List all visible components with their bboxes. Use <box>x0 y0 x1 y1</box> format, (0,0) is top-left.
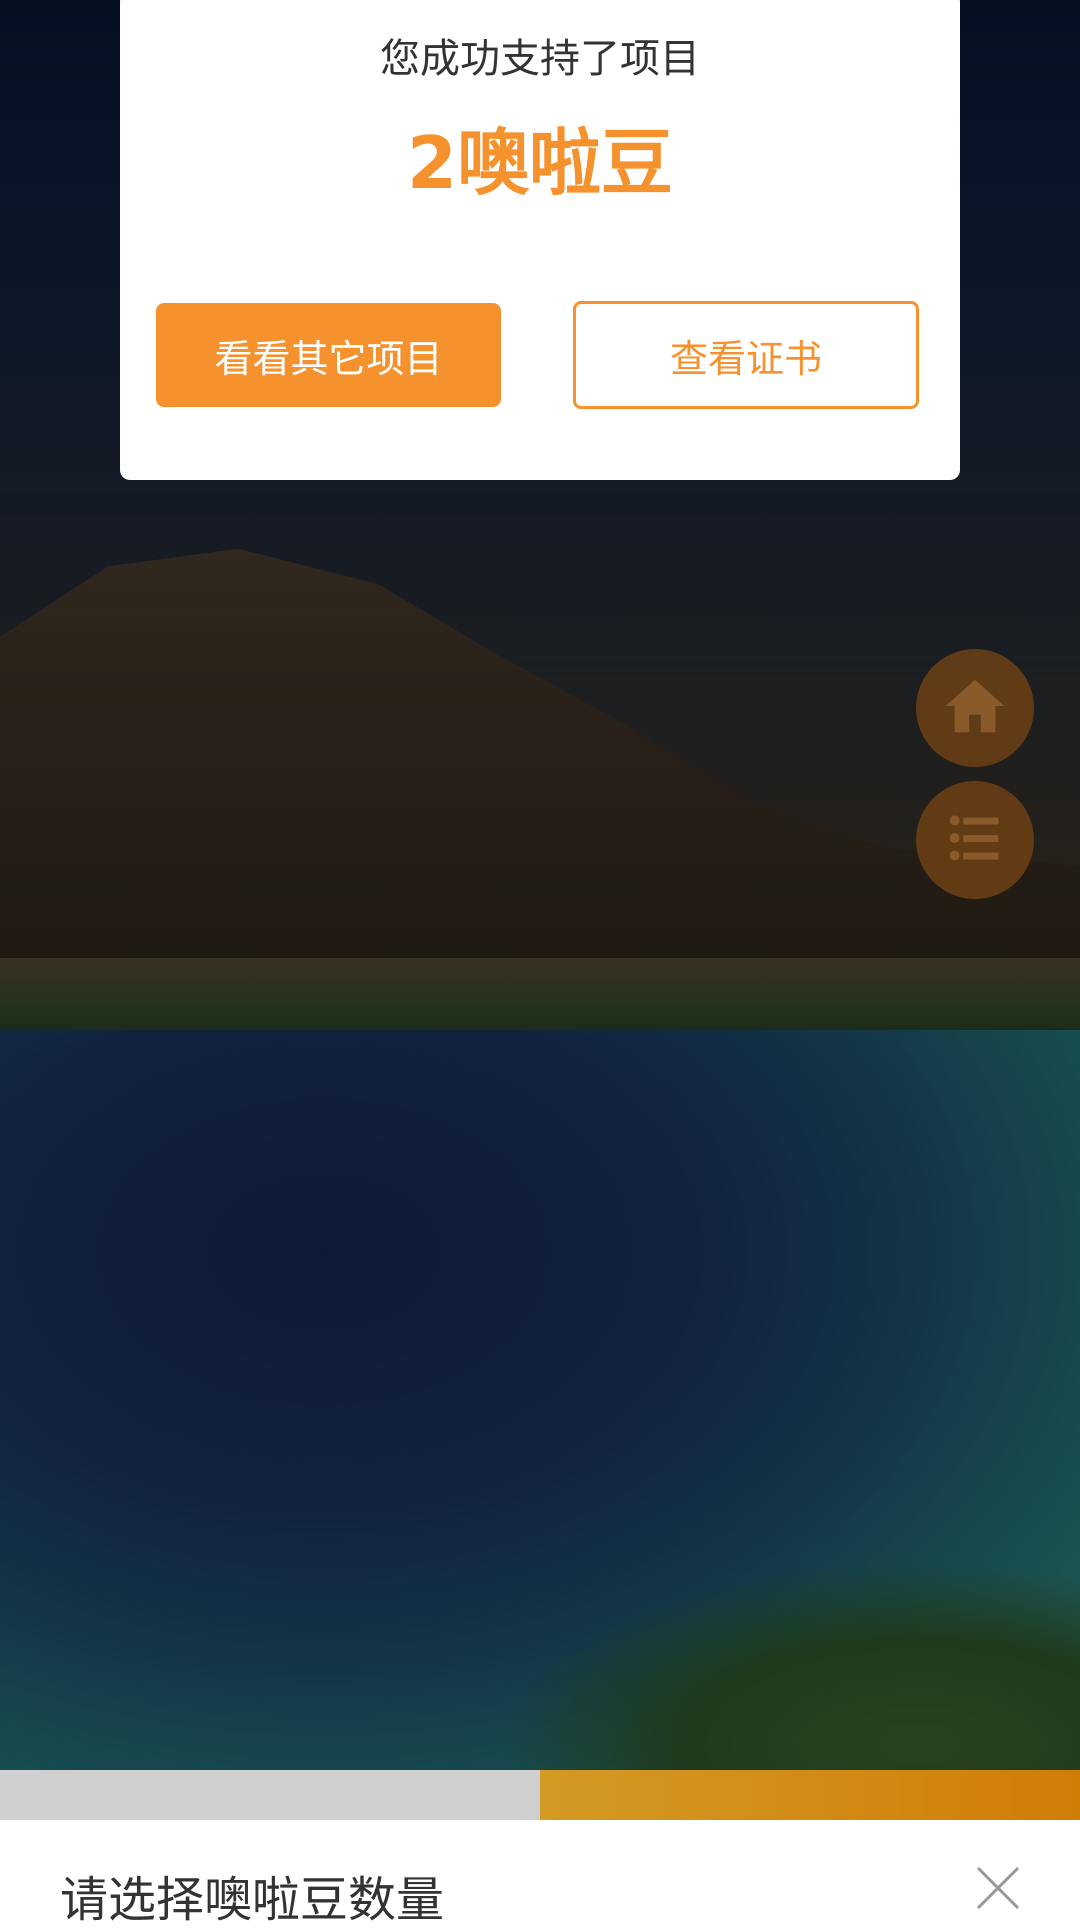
quantity-sheet: 请选择噢啦豆数量 <box>0 1820 1080 1928</box>
bottom-left-area[interactable] <box>0 1770 540 1820</box>
bottom-action-bar <box>0 1770 1080 1820</box>
success-title: 您成功支持了项目 <box>380 36 700 82</box>
home-icon <box>940 671 1010 745</box>
list-button[interactable] <box>916 781 1034 899</box>
success-card: 您成功支持了项目 2噢啦豆 看看其它项目 查看证书 <box>120 0 960 480</box>
bottom-right-area[interactable] <box>540 1770 1080 1820</box>
home-button[interactable] <box>916 649 1034 767</box>
list-icon <box>940 803 1010 877</box>
close-icon <box>976 1866 1020 1910</box>
view-certificate-button[interactable]: 查看证书 <box>573 301 919 409</box>
success-amount: 2噢啦豆 <box>406 121 674 205</box>
view-other-projects-button[interactable]: 看看其它项目 <box>156 303 501 407</box>
close-button[interactable] <box>970 1860 1026 1916</box>
